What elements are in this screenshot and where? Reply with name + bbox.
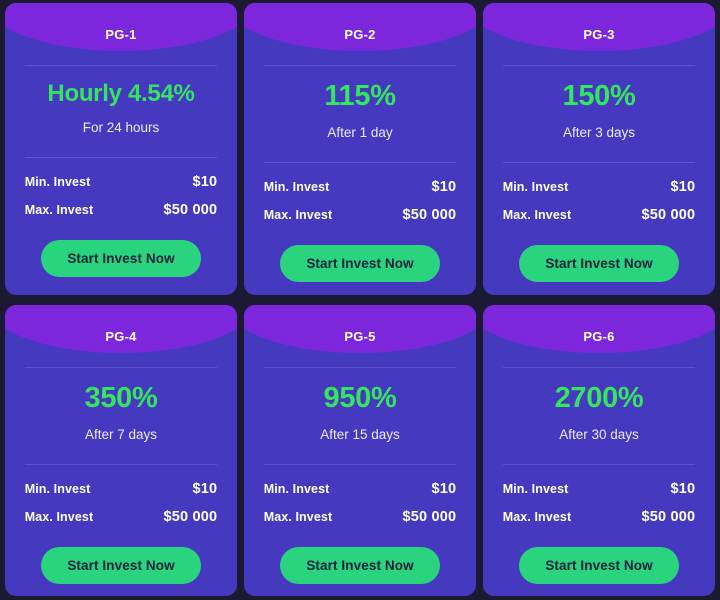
max-invest-label: Max. Invest [24,509,94,524]
min-invest-value: $10 [192,480,218,497]
min-invest-label: Min. Invest [502,481,569,496]
min-invest-label: Min. Invest [263,180,330,194]
min-invest-label: Min. Invest [24,175,91,189]
divider-bottom [502,463,696,465]
plan-term: For 24 hours [82,120,160,135]
divider-top [502,65,696,66]
start-invest-button[interactable]: Start Invest Now [41,240,201,277]
max-invest-row: Max. Invest $50 000 [25,509,218,525]
cta-wrap: Start Invest Now [244,546,476,584]
plan-name: PG-1 [105,27,137,42]
plan-term: After 15 days [320,426,400,442]
plan-rate: 2700% [554,381,644,414]
divider-bottom [263,162,457,163]
max-invest-value: $50 000 [641,508,696,525]
min-invest-row: Min. Invest $10 [503,179,696,195]
divider-top [502,366,696,368]
min-invest-row: Min. Invest $10 [25,481,218,497]
max-invest-value: $50 000 [402,508,457,525]
plan-card[interactable]: PG-5 950% After 15 days Min. Invest $10 … [244,304,476,596]
max-invest-label: Max. Invest [502,509,572,524]
min-invest-value: $10 [670,179,696,195]
plan-name: PG-5 [344,328,376,344]
max-invest-row: Max. Invest $50 000 [503,207,696,223]
plan-name: PG-2 [344,27,376,42]
max-invest-row: Max. Invest $50 000 [264,509,457,525]
divider-bottom [502,162,696,163]
max-invest-value: $50 000 [163,508,218,525]
plan-rate: 115% [324,80,396,112]
max-invest-label: Max. Invest [24,203,94,217]
invest-details: Min. Invest $10 Max. Invest $50 000 [264,481,457,537]
cta-wrap: Start Invest Now [244,245,476,282]
min-invest-label: Min. Invest [263,481,330,496]
plan-card[interactable]: PG-1 Hourly 4.54% For 24 hours Min. Inve… [5,3,237,295]
plan-card[interactable]: PG-4 350% After 7 days Min. Invest $10 M… [5,304,237,596]
start-invest-button[interactable]: Start Invest Now [519,245,679,282]
min-invest-label: Min. Invest [502,180,569,194]
plan-term: After 30 days [559,426,639,442]
min-invest-row: Min. Invest $10 [503,481,696,497]
plan-name: PG-6 [583,328,615,344]
divider-top [24,366,218,368]
min-invest-value: $10 [431,480,457,497]
min-invest-row: Min. Invest $10 [264,481,457,497]
plan-rate: Hourly 4.54% [47,80,195,107]
invest-details: Min. Invest $10 Max. Invest $50 000 [503,179,696,235]
cta-wrap: Start Invest Now [5,240,237,277]
divider-top [24,65,218,66]
max-invest-value: $50 000 [641,207,696,223]
min-invest-row: Min. Invest $10 [264,179,457,195]
investment-plans-grid: PG-1 Hourly 4.54% For 24 hours Min. Inve… [0,0,720,600]
plan-term: After 1 day [327,125,393,140]
plan-rate: 150% [562,80,636,112]
min-invest-row: Min. Invest $10 [25,174,218,190]
cta-wrap: Start Invest Now [483,546,715,584]
max-invest-row: Max. Invest $50 000 [503,509,696,525]
min-invest-value: $10 [670,480,696,497]
max-invest-label: Max. Invest [263,509,333,524]
min-invest-label: Min. Invest [24,481,91,496]
divider-bottom [24,157,218,158]
divider-top [263,65,457,66]
cta-wrap: Start Invest Now [483,245,715,282]
plan-rate: 350% [84,381,158,414]
plan-name: PG-3 [583,27,615,42]
plan-card[interactable]: PG-2 115% After 1 day Min. Invest $10 Ma… [244,3,476,295]
cta-wrap: Start Invest Now [5,546,237,584]
invest-details: Min. Invest $10 Max. Invest $50 000 [503,481,696,537]
invest-details: Min. Invest $10 Max. Invest $50 000 [25,174,218,230]
plan-rate: 950% [323,381,397,414]
start-invest-button[interactable]: Start Invest Now [280,245,440,282]
min-invest-value: $10 [431,179,457,195]
divider-top [263,366,457,368]
invest-details: Min. Invest $10 Max. Invest $50 000 [264,179,457,235]
max-invest-row: Max. Invest $50 000 [25,202,218,218]
max-invest-value: $50 000 [402,207,457,223]
plan-card[interactable]: PG-6 2700% After 30 days Min. Invest $10… [483,304,715,596]
divider-bottom [24,463,218,465]
divider-bottom [263,463,457,465]
plan-term: After 7 days [84,426,158,442]
start-invest-button[interactable]: Start Invest Now [519,546,679,584]
start-invest-button[interactable]: Start Invest Now [280,546,440,584]
plan-card[interactable]: PG-3 150% After 3 days Min. Invest $10 M… [483,3,715,295]
max-invest-label: Max. Invest [502,208,572,222]
max-invest-row: Max. Invest $50 000 [264,207,457,223]
max-invest-value: $50 000 [163,202,218,218]
plan-name: PG-4 [105,328,137,344]
plan-term: After 3 days [562,125,636,140]
invest-details: Min. Invest $10 Max. Invest $50 000 [25,481,218,537]
max-invest-label: Max. Invest [263,208,333,222]
min-invest-value: $10 [192,174,218,190]
start-invest-button[interactable]: Start Invest Now [41,546,201,584]
